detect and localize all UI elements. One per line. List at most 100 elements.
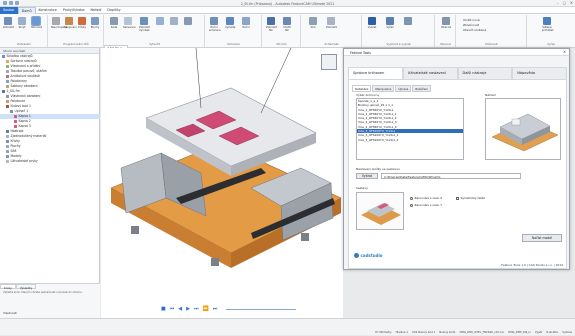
cadstudio-logo: cadstudio	[354, 253, 383, 258]
window-controls: – ▢ ✕	[557, 1, 573, 5]
ribbon-btn-extra-c[interactable]	[183, 17, 193, 26]
tab-steps[interactable]: Kroky	[0, 284, 16, 290]
fast-forward-icon[interactable]: ⏩	[202, 306, 208, 312]
ribbon-btn-challenge[interactable]: Vyzvěte	[225, 17, 235, 29]
ribbon-btn-show[interactable]: Zobrazit	[3, 17, 14, 29]
ribbon-btn-hide[interactable]: Skrýt	[17, 17, 27, 29]
menu-addins[interactable]: Doplňky	[104, 7, 123, 14]
ribbon-btn-save-new[interactable]: Uložit nové	[463, 18, 480, 22]
dialog-close-icon[interactable]: ✕	[563, 50, 566, 54]
step-forward-icon[interactable]: ⏭	[194, 306, 199, 312]
tab-user-settings[interactable]: Uživatelské nastavení	[402, 67, 458, 79]
tree-item-icon	[10, 109, 13, 113]
feature-tools-dialog: Feature Tools ✕ Správce knihoven Uživate…	[343, 48, 570, 270]
tree-item-icon	[6, 159, 9, 163]
status-item: DMG_DMC_635V_TNC640_v15.cnc	[459, 330, 505, 334]
ribbon-btn-display[interactable]: Zobrazit	[326, 17, 337, 29]
ribbon-btn-manual-sim[interactable]: Ruční simulace	[209, 17, 221, 32]
menu-features[interactable]: Prvky/Výroba	[60, 7, 88, 14]
radio-align-y[interactable]: Zarovnání s osou Y	[410, 203, 442, 207]
radio-align-x-dot[interactable]	[410, 196, 413, 200]
tree-item-label: Upínač 1	[14, 109, 29, 114]
tab-help[interactable]: Nápověda	[512, 67, 567, 79]
load-model-button[interactable]: Načíst model	[522, 234, 562, 242]
ribbon-btn-extra-d[interactable]	[403, 17, 413, 26]
ribbon-btn-sequence[interactable]: Sekvence	[123, 17, 136, 29]
part-tree-panel: Strom součástí Skladba nástrojů Správce n…	[0, 48, 100, 318]
tree-item-icon	[14, 124, 17, 128]
subtab-edit[interactable]: Úprava	[395, 85, 412, 92]
minimize-button[interactable]: –	[557, 1, 559, 5]
tree-item[interactable]: Uživatelské prvky	[0, 159, 100, 164]
symmetric-chain-box[interactable]	[456, 196, 459, 200]
tab-results[interactable]: Výsledky	[15, 284, 37, 290]
part-tree: Skladba nástrojů Správce nástrojů Vlastnos…	[0, 54, 100, 284]
tree-item-icon	[14, 119, 17, 123]
ribbon-btn-shared-viewer[interactable]: Sdílené prohlížeč	[542, 17, 554, 32]
ribbon-btn-code[interactable]: Kód	[308, 17, 318, 29]
status-bar: Hl: Milimetry Hladina 1 UCS Nulový bod 1 Nu…	[0, 318, 575, 335]
back-icon[interactable]: ◀	[178, 306, 182, 312]
maximize-button[interactable]: ▢	[563, 1, 566, 5]
menu-tools[interactable]: Nářadí	[87, 7, 104, 14]
radio-align-y-dot[interactable]	[410, 203, 413, 207]
ribbon-btn-general[interactable]: Obecné	[441, 17, 451, 29]
library-list[interactable]: Šponěk_1_a_1 Bodový upínač_Z1 x 1_z Vice_2…	[356, 98, 464, 160]
tree-item-label: Křivky	[10, 139, 21, 144]
tree-item-icon	[6, 129, 9, 133]
tree-item-icon	[6, 144, 9, 148]
tree-item-label: Vlastnosti obrobení	[10, 94, 41, 99]
menu-bar: Soubor Domů Konstrukce Prvky/Výroba Nářa…	[0, 6, 575, 14]
ribbon-btn-extra-b[interactable]	[169, 17, 179, 26]
ribbon-btn-shade[interactable]: Stínovat	[31, 16, 42, 29]
menu-home[interactable]: Domů	[17, 6, 36, 14]
dialog-footer: Feature Tools 1.0 | CAD Studio s.r.o. | …	[501, 263, 563, 267]
step-back-icon[interactable]: ⏮	[170, 306, 175, 312]
ribbon-btn-copy[interactable]: Zkopírovat	[463, 23, 479, 27]
tree-item-label: Antikolizní součásti	[10, 74, 41, 79]
close-button[interactable]: ✕	[570, 1, 573, 5]
ribbon-btn-cutout[interactable]: Výřez	[385, 17, 395, 29]
ribbon-btn-curves[interactable]: Křivky	[77, 17, 87, 29]
ribbon-btn-show-product[interactable]: Zobrazit Výrobek	[139, 17, 150, 32]
tree-item-label: Modely	[10, 154, 22, 159]
ribbon-group-schemes: Kód Zobrazit Schémata	[302, 15, 362, 47]
tree-item-icon	[2, 54, 5, 58]
ribbon-btn-connecting[interactable]: Spojovací	[64, 17, 76, 29]
subtab-manipulation[interactable]: Manipulace	[372, 85, 395, 92]
tab-other-tools[interactable]: Další nástroje	[457, 67, 513, 79]
ribbon-btn-extra-a[interactable]	[155, 17, 165, 26]
tree-item-icon	[2, 89, 5, 93]
view-cube[interactable]	[321, 54, 337, 70]
path-field[interactable]: C:\ProgramData\FeatureCAM\CSPlus\CL	[381, 173, 521, 179]
subtab-extension[interactable]: Rozšíření	[412, 85, 431, 92]
menu-file[interactable]: Soubor	[0, 6, 18, 14]
library-list-item[interactable]: Vice_3_OFS100YX_Y120-z_2	[357, 138, 463, 142]
ribbon-btn-surfaces[interactable]: Plochy	[90, 17, 100, 29]
ribbon-btn-show-nc[interactable]: Zobrazit NC	[266, 17, 277, 32]
graphics-viewport[interactable]	[101, 47, 343, 300]
play-icon[interactable]: ▶	[186, 306, 190, 312]
ribbon-btn-unclamped[interactable]: Neuchopené	[51, 17, 67, 29]
path-select-button[interactable]: Vybrat	[356, 173, 378, 179]
speed-slider[interactable]	[226, 308, 296, 310]
assemblies-label: Sestavy	[356, 186, 368, 190]
tree-item-label: Vlastnosti a přidání	[10, 64, 41, 69]
subtab-database[interactable]: Databáze	[352, 85, 372, 92]
preview-image	[491, 113, 559, 152]
ribbon-btn-select[interactable]: Vybrat	[367, 17, 377, 29]
tree-item-label: Zjednodušený materiál	[10, 134, 47, 139]
tab-library-manager[interactable]: Správce knihoven	[348, 67, 403, 79]
dialog-titlebar: Feature Tools ✕	[344, 49, 569, 56]
assembly-thumbnail[interactable]	[356, 192, 404, 230]
end-icon[interactable]: ⏭	[213, 306, 218, 312]
radio-align-x[interactable]: Zarovnání s osou X	[410, 196, 442, 200]
assembly-thumbnail-image	[361, 203, 401, 225]
ribbon-btn-set[interactable]: Sada	[109, 17, 119, 29]
symmetric-chain-checkbox[interactable]: Symetrický řetěz	[456, 196, 485, 200]
ribbon-btn-open-saved[interactable]: Otevřít uložené	[463, 28, 486, 32]
menu-design[interactable]: Konstrukce	[36, 7, 60, 14]
stop-icon[interactable]: ■	[161, 306, 166, 312]
ribbon-btn-save-nc[interactable]: Uložit NC	[282, 17, 292, 32]
ribbon-btn-manual[interactable]: Ruční	[241, 17, 251, 29]
